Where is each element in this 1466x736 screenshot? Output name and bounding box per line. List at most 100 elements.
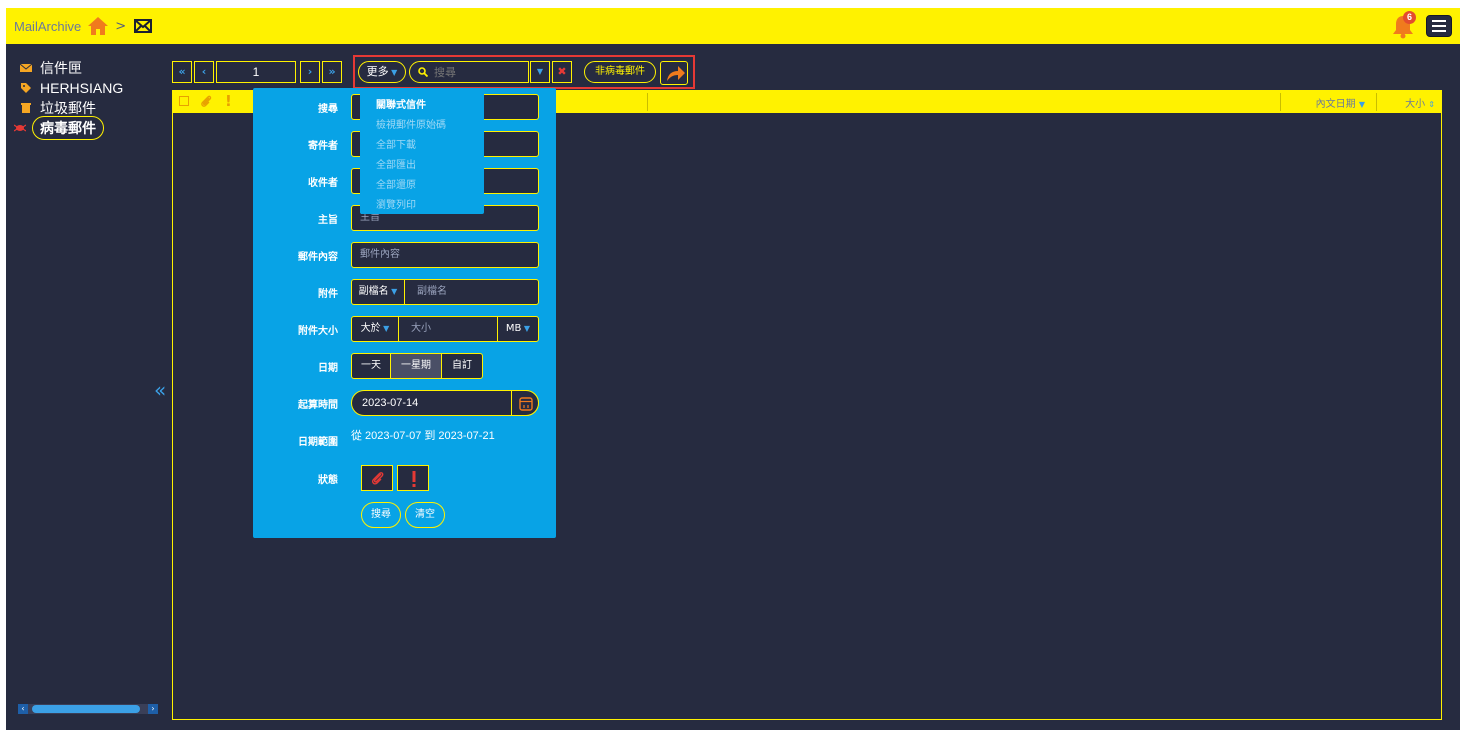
notification-bell[interactable]: 6 (1392, 11, 1416, 39)
paperclip-icon[interactable] (199, 94, 213, 108)
date-option-custom[interactable]: 自訂 (441, 353, 483, 379)
size-unit-label: MB (505, 323, 522, 334)
menu-item-related-mails[interactable]: 關聯式信件 (360, 96, 484, 116)
subject-label: 主旨 (318, 215, 338, 226)
search-label: 搜尋 (318, 104, 338, 115)
clear-form-button[interactable]: 清空 (405, 502, 445, 528)
priority-icon[interactable]: ! (225, 92, 232, 110)
extension-field[interactable]: 副檔名 (404, 279, 539, 305)
calendar-button[interactable] (511, 390, 539, 416)
date-row: 日期 一天 一星期 自訂 (253, 353, 556, 379)
menu-item-export-all[interactable]: 全部匯出 (360, 156, 484, 176)
status-row: 狀態 (253, 465, 556, 491)
content-row: 郵件內容 郵件內容 (253, 242, 556, 268)
attachment-filter-toggle[interactable] (361, 465, 393, 491)
menu-item-download-all[interactable]: 全部下載 (360, 136, 484, 156)
attachment-size-label: 附件大小 (298, 326, 338, 337)
select-all-checkbox[interactable] (179, 96, 189, 106)
column-divider (1376, 93, 1377, 111)
scroll-right-icon[interactable]: › (148, 704, 158, 714)
panel-actions: 搜尋 清空 (253, 502, 556, 528)
extension-type-label: 副檔名 (358, 286, 389, 297)
column-divider (647, 93, 648, 111)
column-header-date[interactable]: 內文日期 ▼ (1316, 95, 1365, 110)
sidebar-item-label: 信件匣 (40, 60, 82, 76)
hamburger-menu-button[interactable] (1426, 15, 1452, 37)
search-input[interactable] (434, 65, 524, 79)
extension-placeholder: 副檔名 (417, 286, 447, 297)
more-dropdown-menu: 關聯式信件 檢視郵件原始碼 全部下載 全部匯出 全部還原 瀏覽列印 (360, 90, 484, 214)
size-operator-label: 大於 (360, 323, 381, 334)
page-number-input[interactable] (216, 61, 296, 83)
sort-icon: ⇕ (1428, 100, 1435, 109)
date-range-row: 日期範圍 從 2023-07-07 到 2023-07-21 (253, 427, 556, 453)
search-dropdown-button[interactable]: ▼ (530, 61, 550, 83)
column-header-size[interactable]: 大小 ⇕ (1405, 95, 1435, 110)
extension-type-dropdown[interactable]: 副檔名 ▼ (351, 279, 405, 305)
forward-button[interactable] (660, 61, 688, 85)
more-button-label: 更多 (366, 65, 389, 78)
clear-search-button[interactable]: ✖ (552, 61, 572, 83)
search-box[interactable] (409, 61, 529, 83)
calendar-icon (519, 397, 533, 411)
sidebar-item-spam[interactable]: 垃圾郵件 (21, 98, 166, 118)
paperclip-icon (371, 472, 384, 485)
priority-filter-toggle[interactable] (397, 465, 429, 491)
content-label: 郵件內容 (298, 252, 338, 263)
exclamation-icon (412, 471, 416, 487)
sidebar-item-inbox[interactable]: 信件匣 (20, 58, 166, 78)
last-page-button[interactable]: » (322, 61, 342, 83)
size-operator-dropdown[interactable]: 大於 ▼ (351, 316, 399, 342)
first-page-button[interactable]: « (172, 61, 192, 83)
app-window: MailArchive > 6 信件匣 HERHSIANG 垃圾郵件 病毒郵件 … (6, 8, 1460, 730)
pager: « ‹ › » (172, 60, 344, 84)
date-range-value: 從 2023-07-07 到 2023-07-21 (351, 430, 495, 442)
sidebar-item-virus[interactable]: 病毒郵件 (14, 116, 166, 140)
menu-item-print-preview[interactable]: 瀏覽列印 (360, 196, 484, 216)
column-header-date-label: 內文日期 (1315, 99, 1356, 110)
scroll-left-icon[interactable]: ‹ (18, 704, 28, 714)
attachment-size-row: 附件大小 大於 ▼ 大小 MB ▼ (253, 316, 556, 342)
sidebar-item-label: 病毒郵件 (32, 116, 104, 140)
scroll-thumb[interactable] (32, 705, 140, 713)
date-label: 日期 (318, 363, 338, 374)
attachment-row: 附件 副檔名 ▼ 副檔名 (253, 279, 556, 305)
non-virus-button[interactable]: 非病毒郵件 (584, 61, 656, 83)
more-button[interactable]: 更多 ▼ (358, 61, 406, 83)
size-field[interactable]: 大小 (398, 316, 498, 342)
column-header-size-label: 大小 (1405, 99, 1426, 110)
sidebar-scrollbar[interactable]: ‹ › (18, 704, 158, 714)
bug-icon (14, 124, 26, 132)
menu-item-restore-all[interactable]: 全部還原 (360, 176, 484, 196)
caret-down-icon: ▼ (521, 324, 531, 333)
app-brand[interactable]: MailArchive (14, 19, 81, 34)
size-unit-dropdown[interactable]: MB ▼ (497, 316, 539, 342)
menu-item-view-source[interactable]: 檢視郵件原始碼 (360, 116, 484, 136)
attachment-label: 附件 (318, 289, 338, 300)
breadcrumb-separator: > (115, 18, 127, 34)
forward-icon (667, 66, 685, 81)
prev-page-button[interactable]: ‹ (194, 61, 214, 83)
sidebar-item-label: HERHSIANG (40, 80, 124, 96)
date-option-day[interactable]: 一天 (351, 353, 391, 379)
caret-down-icon: ▼ (388, 68, 398, 77)
sidebar-item-label: 垃圾郵件 (40, 100, 96, 116)
sender-label: 寄件者 (308, 141, 338, 152)
column-divider (1280, 93, 1281, 111)
notification-badge: 6 (1403, 11, 1416, 24)
sidebar-item-herhsiang[interactable]: HERHSIANG (21, 78, 166, 98)
envelope-icon[interactable] (134, 19, 153, 33)
status-label: 狀態 (318, 475, 338, 486)
date-range-label: 日期範圍 (298, 437, 338, 448)
date-option-week[interactable]: 一星期 (390, 353, 442, 379)
sidebar: 信件匣 HERHSIANG 垃圾郵件 病毒郵件 (6, 58, 166, 140)
content-field[interactable]: 郵件內容 (351, 242, 539, 268)
next-page-button[interactable]: › (300, 61, 320, 83)
home-icon[interactable] (87, 16, 109, 36)
sort-desc-icon: ▼ (1358, 100, 1365, 109)
collapse-sidebar-button[interactable]: « (154, 378, 166, 402)
tag-icon (21, 83, 31, 93)
size-placeholder: 大小 (411, 323, 431, 334)
start-time-label: 起算時間 (298, 400, 338, 411)
search-submit-button[interactable]: 搜尋 (361, 502, 401, 528)
